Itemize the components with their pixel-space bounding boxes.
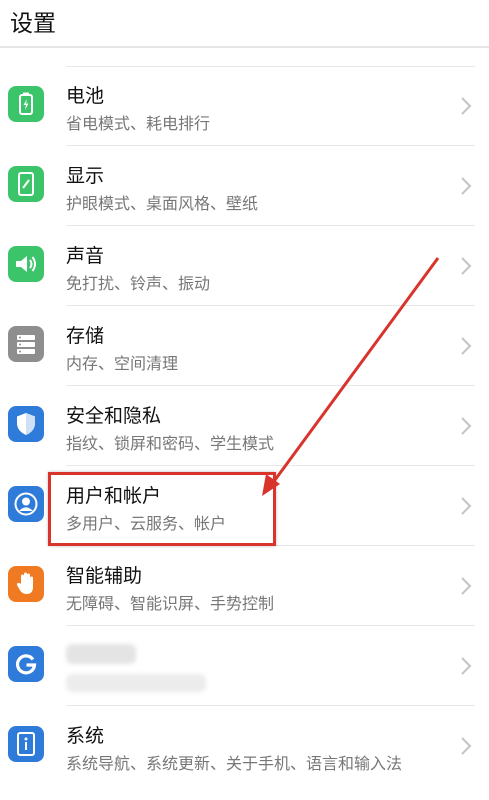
annotation-arrow [262,257,440,496]
